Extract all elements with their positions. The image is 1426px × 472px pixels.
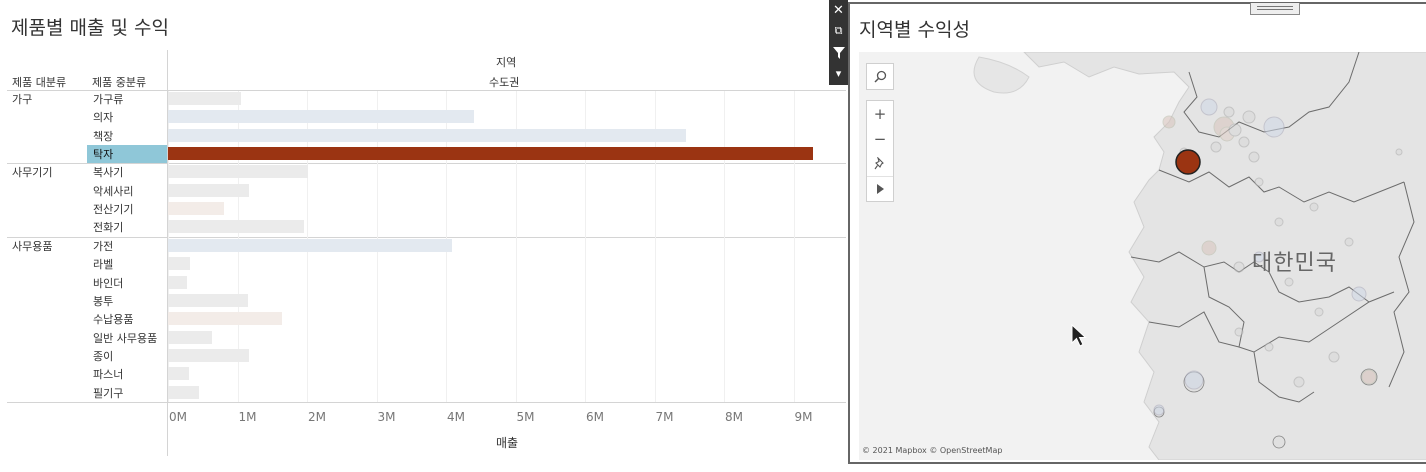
map-canvas[interactable]	[859, 52, 1426, 460]
group-divider	[7, 163, 846, 164]
column-group-header[interactable]: 지역	[496, 54, 516, 70]
x-tick-label: 2M	[308, 410, 326, 424]
row-header-category[interactable]: 제품 대분류	[12, 74, 66, 90]
drag-handle[interactable]	[1250, 3, 1300, 15]
map-view[interactable]: + − 대한민국 © 2021 Mapbox © OpenStreetMap	[859, 52, 1426, 460]
bar-mark[interactable]	[168, 348, 250, 362]
gridline	[793, 91, 795, 402]
popout-icon[interactable]: ⧉	[829, 21, 848, 40]
bar-mark[interactable]	[168, 257, 190, 271]
x-tick-label: 5M	[516, 410, 535, 424]
gridline	[724, 91, 725, 402]
country-label: 대한민국	[1252, 251, 1337, 276]
bar-mark[interactable]	[168, 238, 452, 252]
bar-mark[interactable]	[168, 147, 813, 161]
play-icon[interactable]	[867, 176, 893, 201]
map-search-tool[interactable]	[866, 63, 894, 90]
x-tick-label: 8M	[725, 410, 743, 424]
western-islands	[973, 56, 1030, 94]
bar-mark[interactable]	[168, 220, 304, 234]
subcategory-label[interactable]: 전화기	[93, 219, 123, 235]
subcategory-label[interactable]: 일반 사무용품	[93, 330, 157, 346]
x-tick-label: 9M	[794, 410, 813, 424]
subcategory-label[interactable]: 전산기기	[93, 201, 133, 217]
x-tick-label: 4M	[447, 410, 465, 424]
x-tick-label: 1M	[238, 410, 257, 424]
bar-mark[interactable]	[168, 385, 199, 399]
bar-mark[interactable]	[168, 312, 282, 326]
category-label[interactable]: 사무기기	[12, 164, 52, 180]
bar-mark[interactable]	[168, 128, 686, 142]
subcategory-label[interactable]: 가구류	[93, 91, 123, 107]
sheet-toolbar: ✕ ⧉ ▾	[829, 0, 848, 85]
bar-mark[interactable]	[168, 367, 189, 381]
subcategory-label[interactable]: 탁자	[93, 146, 113, 162]
filter-icon[interactable]	[829, 43, 848, 62]
bar-mark[interactable]	[168, 330, 212, 344]
mouse-cursor	[1071, 324, 1087, 347]
subcategory-label[interactable]: 봉투	[93, 293, 113, 309]
map-title: 지역별 수익성	[859, 19, 970, 41]
pin-icon[interactable]	[867, 151, 893, 176]
axis-divider	[7, 402, 846, 403]
column-region-header[interactable]: 수도권	[489, 74, 519, 90]
map-zoom-tools: + −	[866, 100, 894, 202]
row-header-subcategory[interactable]: 제품 중분류	[92, 74, 146, 90]
x-axis-label: 매출	[496, 436, 519, 450]
bar-mark[interactable]	[168, 202, 225, 216]
selected-region-marker	[1175, 149, 1201, 175]
map-attribution[interactable]: © 2021 Mapbox © OpenStreetMap	[862, 446, 1002, 455]
subcategory-label[interactable]: 책장	[93, 128, 113, 144]
subcategory-label[interactable]: 수납용품	[93, 311, 133, 327]
x-tick-label: 3M	[377, 410, 396, 424]
x-tick-label: 0M	[169, 410, 187, 424]
category-label[interactable]: 사무용품	[12, 238, 52, 254]
subcategory-label[interactable]: 바인더	[93, 275, 123, 291]
subcategory-label[interactable]: 필기구	[93, 385, 123, 401]
close-icon[interactable]: ✕	[829, 1, 848, 20]
subcategory-label[interactable]: 가전	[93, 238, 113, 254]
subcategory-label[interactable]: 라벨	[93, 256, 113, 272]
subcategory-label[interactable]: 의자	[93, 109, 113, 125]
sheet-title: 제품별 매출 및 수익	[11, 17, 169, 39]
subcategory-label[interactable]: 복사기	[93, 164, 123, 180]
x-tick-label: 7M	[655, 410, 674, 424]
zoom-in-icon[interactable]: +	[867, 101, 893, 126]
header-divider	[7, 90, 846, 91]
sales-profit-sheet: 제품별 매출 및 수익 지역 수도권 제품 대분류 제품 중분류 0M 1M 2M 3…	[0, 0, 846, 472]
bar-mark[interactable]	[168, 275, 188, 289]
subcategory-label[interactable]: 파스너	[93, 366, 123, 382]
search-icon[interactable]	[867, 64, 893, 89]
bar-mark[interactable]	[168, 293, 248, 307]
bar-mark[interactable]	[168, 183, 250, 197]
category-label[interactable]: 가구	[12, 91, 32, 107]
zoom-out-icon[interactable]: −	[867, 126, 893, 151]
profitability-map-sheet: 지역별 수익성 + − 대한민국 © 2021 Mapbox © OpenStr…	[848, 2, 1426, 464]
subcategory-label[interactable]: 악세사리	[93, 183, 133, 199]
x-tick-label: 6M	[586, 410, 604, 424]
more-options-icon[interactable]: ▾	[829, 64, 848, 83]
subcategory-label[interactable]: 종이	[93, 348, 113, 364]
bar-mark[interactable]	[168, 165, 309, 179]
bar-mark[interactable]	[168, 110, 474, 124]
bar-mark[interactable]	[168, 92, 241, 105]
